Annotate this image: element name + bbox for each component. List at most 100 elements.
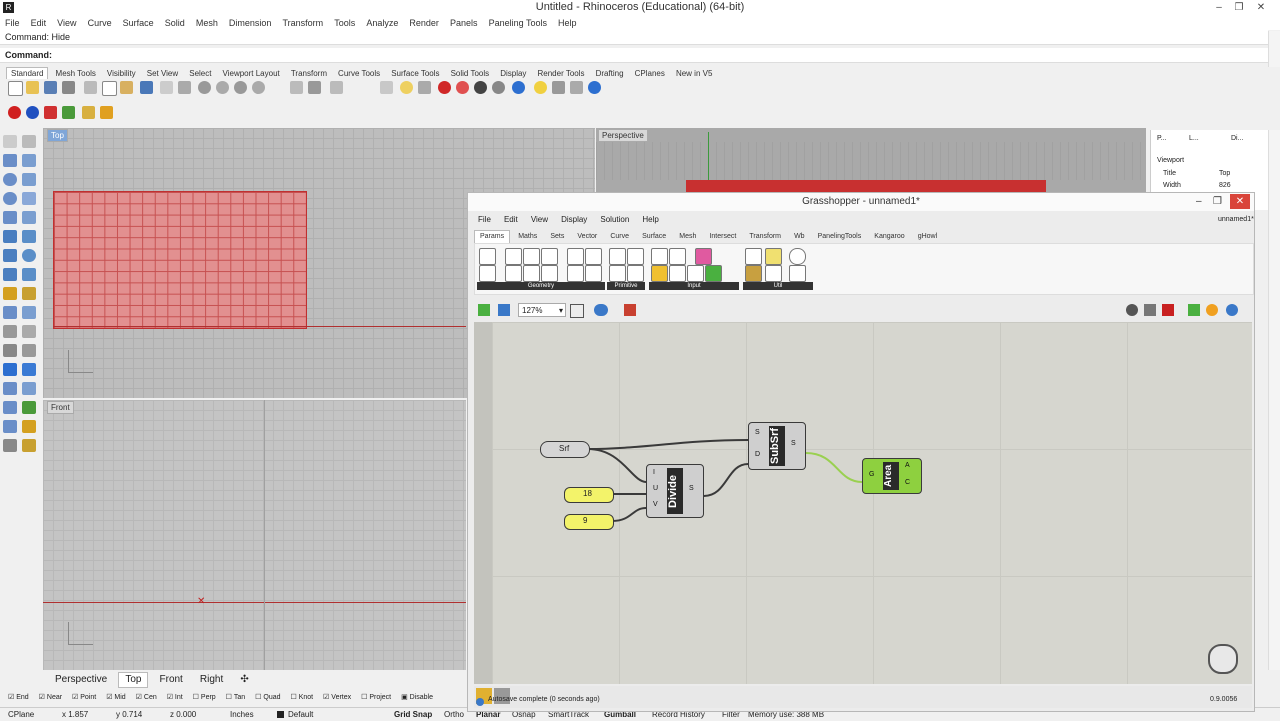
- zoom-selected-icon[interactable]: [252, 81, 265, 94]
- menu-view[interactable]: View: [57, 16, 76, 30]
- menu-analyze[interactable]: Analyze: [366, 16, 398, 30]
- gh-zoom-extents-icon[interactable]: [570, 304, 584, 318]
- layer-icon[interactable]: [380, 81, 393, 94]
- osnap-knot[interactable]: ☐ Knot: [290, 692, 313, 704]
- zoom-extents-icon[interactable]: [234, 81, 247, 94]
- gh-menu-display[interactable]: Display: [561, 213, 587, 227]
- gh-param-icon[interactable]: [789, 265, 806, 282]
- gh-minimize-icon[interactable]: –: [1196, 193, 1202, 211]
- menu-surface[interactable]: Surface: [123, 16, 154, 30]
- surface-grid-top[interactable]: [53, 191, 307, 329]
- gh-save-icon[interactable]: [498, 304, 510, 316]
- gh-sketch-icon[interactable]: [624, 304, 636, 316]
- point-icon[interactable]: [22, 135, 36, 148]
- title-value[interactable]: Top: [1219, 170, 1230, 177]
- environment-icon[interactable]: [512, 81, 525, 94]
- grasshopper-icon[interactable]: [62, 106, 75, 119]
- vp-tab-front[interactable]: Front: [154, 673, 189, 687]
- gh-param-icon[interactable]: [651, 248, 668, 265]
- gh-wireframe-icon[interactable]: [1144, 304, 1156, 316]
- gh-tab-sets[interactable]: Sets: [545, 231, 569, 243]
- rectangle-icon[interactable]: [22, 192, 36, 205]
- menu-render[interactable]: Render: [409, 16, 439, 30]
- zoom-window-icon[interactable]: [216, 81, 229, 94]
- gh-document-tab[interactable]: unnamed1*: [1218, 213, 1254, 227]
- gh-param-icon[interactable]: [479, 265, 496, 282]
- menu-file[interactable]: File: [5, 16, 20, 30]
- lock-object-icon[interactable]: [22, 439, 36, 452]
- gh-color-icon[interactable]: [1206, 304, 1218, 316]
- mesh-icon[interactable]: [3, 268, 17, 281]
- grid-icon[interactable]: [290, 81, 303, 94]
- menu-tools[interactable]: Tools: [334, 16, 355, 30]
- gh-param-icon[interactable]: [765, 265, 782, 282]
- mirror-icon[interactable]: [22, 382, 36, 395]
- light-icon[interactable]: [400, 81, 413, 94]
- gh-param-icon[interactable]: [627, 248, 644, 265]
- gh-param-icon[interactable]: [695, 248, 712, 265]
- cut-icon[interactable]: [84, 81, 97, 94]
- copy-icon[interactable]: [102, 81, 117, 96]
- gh-divide-out-s[interactable]: S: [689, 485, 694, 492]
- sphere-icon[interactable]: [22, 249, 36, 262]
- gh-tab-mesh[interactable]: Mesh: [674, 231, 701, 243]
- osnap-perp[interactable]: ☐ Perp: [193, 692, 216, 704]
- circle-icon[interactable]: [3, 173, 17, 186]
- boolean-icon[interactable]: [22, 268, 36, 281]
- ellipse-icon[interactable]: [3, 192, 17, 205]
- explode-icon[interactable]: [3, 344, 17, 357]
- status-ortho[interactable]: Ortho: [444, 708, 464, 721]
- panel-grid-icon[interactable]: [82, 106, 95, 119]
- gh-tab-ghowl[interactable]: gHowl: [913, 231, 942, 243]
- viewport-perspective[interactable]: Perspective: [596, 128, 1146, 194]
- osnap-int[interactable]: ☑ Int: [167, 692, 183, 704]
- gh-menu-solution[interactable]: Solution: [600, 213, 629, 227]
- gh-divide-in-v[interactable]: V: [653, 501, 658, 508]
- gh-open-icon[interactable]: [478, 304, 490, 316]
- gh-tab-maths[interactable]: Maths: [513, 231, 542, 243]
- gh-preview-off-icon[interactable]: [1126, 304, 1138, 316]
- gh-param-icon[interactable]: [523, 248, 540, 265]
- select-icon[interactable]: [330, 81, 343, 94]
- fillet-icon[interactable]: [3, 306, 17, 319]
- red-sphere-icon[interactable]: [8, 106, 21, 119]
- gh-param-icon[interactable]: [627, 265, 644, 282]
- gh-param-icon[interactable]: [687, 265, 704, 282]
- shaded-icon[interactable]: [474, 81, 487, 94]
- gh-menu-view[interactable]: View: [531, 213, 548, 227]
- gh-param-icon[interactable]: [765, 248, 782, 265]
- gh-zoom-select[interactable]: 127% ▾: [518, 303, 566, 317]
- gh-tab-curve[interactable]: Curve: [605, 231, 634, 243]
- arc-icon[interactable]: [22, 173, 36, 186]
- gh-menu-file[interactable]: File: [478, 213, 491, 227]
- gh-close-icon[interactable]: ✕: [1230, 194, 1250, 209]
- osnap-mid[interactable]: ☑ Mid: [106, 692, 126, 704]
- gh-param-icon[interactable]: [505, 265, 522, 282]
- gh-menu-help[interactable]: Help: [642, 213, 658, 227]
- gh-param-icon[interactable]: [609, 265, 626, 282]
- viewport-front-label[interactable]: Front: [47, 401, 74, 414]
- menu-paneling-tools[interactable]: Paneling Tools: [489, 16, 547, 30]
- gh-slider-v[interactable]: 9: [564, 514, 614, 530]
- status-layer[interactable]: Default: [288, 708, 313, 721]
- status-grid-snap[interactable]: Grid Snap: [394, 708, 432, 721]
- right-scrollbar[interactable]: [1268, 130, 1280, 670]
- polygon-icon[interactable]: [3, 211, 17, 224]
- osnap-project[interactable]: ☐ Project: [361, 692, 391, 704]
- gh-subsrf-in-s[interactable]: S: [755, 429, 760, 436]
- gh-maximize-icon[interactable]: ❐: [1213, 193, 1222, 211]
- gh-divide-in-u[interactable]: U: [653, 485, 658, 492]
- maximize-icon[interactable]: ❐: [1228, 0, 1250, 16]
- gh-param-icon[interactable]: [669, 265, 686, 282]
- viewport-perspective-label[interactable]: Perspective: [598, 129, 648, 142]
- gh-tab-vector[interactable]: Vector: [572, 231, 602, 243]
- pan-icon[interactable]: [160, 81, 173, 94]
- properties-tab[interactable]: P...: [1157, 135, 1167, 142]
- menu-curve[interactable]: Curve: [88, 16, 112, 30]
- move-icon[interactable]: [22, 287, 36, 300]
- box-icon[interactable]: [3, 249, 17, 262]
- gh-param-icon[interactable]: [541, 265, 558, 282]
- array-icon[interactable]: [3, 382, 17, 395]
- blue-sphere-icon[interactable]: [26, 106, 39, 119]
- check-icon[interactable]: [22, 401, 36, 414]
